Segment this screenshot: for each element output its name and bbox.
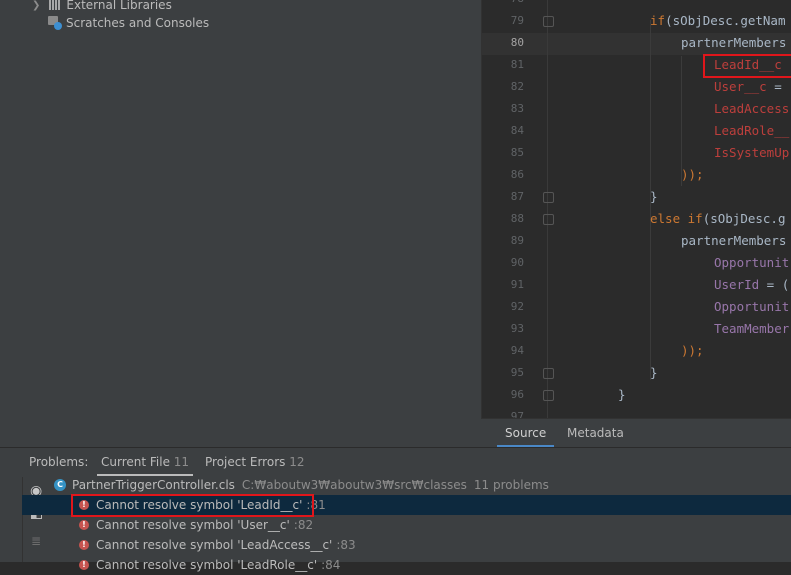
code-line-80: partnerMembers [681,35,787,50]
file-name: PartnerTriggerController.cls [72,478,235,492]
line-number: 90 [510,256,524,269]
code-line-96: } [618,387,626,402]
line-number: 85 [510,146,524,159]
code-line-95: } [650,365,658,380]
error-icon: ! [79,560,89,570]
code-line-91: UserId = ( [714,277,790,292]
problem-line: :83 [336,538,356,552]
line-number: 92 [510,300,524,313]
line-number: 97 [510,410,524,418]
code-line-84: LeadRole__ [714,123,790,138]
selected-problem-highlight-box [71,494,314,517]
code-line-86: )); [681,167,704,182]
code-line-82: User__c = [714,79,782,94]
problems-toolbar [0,477,23,562]
line-number: 96 [510,388,524,401]
problem-file-node[interactable]: C PartnerTriggerController.cls C:₩aboutw… [54,475,791,495]
code-line-87: } [650,189,658,204]
code-line-88: else if(sObjDesc.g [650,211,786,226]
code-line-79: if(sObjDesc.getNam [650,13,786,28]
line-number: 79 [510,14,524,27]
line-number: 94 [510,344,524,357]
apex-class-icon: C [54,479,66,491]
line-number: 87 [510,190,524,203]
problem-row[interactable]: ! Cannot resolve symbol 'User__c' :82 [22,515,791,535]
tab-source[interactable]: Source [496,426,555,448]
tree-item-external-libraries[interactable]: ❯ External Libraries [32,0,172,12]
file-path: C:₩aboutw3₩aboutw3₩src₩classes [241,478,467,492]
problem-row[interactable]: ! Cannot resolve symbol 'LeadAccess__c' … [22,535,791,555]
editor-view-tabs: Source Metadata [481,418,791,448]
problem-message: Cannot resolve symbol 'LeadAccess__c' [96,538,333,552]
problem-row[interactable]: ! Cannot resolve symbol 'LeadRole__c' :8… [22,555,791,575]
gutter-separator [547,0,548,418]
line-number: 89 [510,234,524,247]
fold-marker-icon[interactable] [543,214,554,225]
line-number: 91 [510,278,524,291]
tree-item-label: External Libraries [66,0,172,12]
code-editor[interactable]: 78 79 80 81 82 83 84 85 86 87 88 89 90 9… [481,0,791,418]
tab-current-file[interactable]: Current File 11 [96,455,194,476]
line-number: 81 [510,58,524,71]
code-line-83: LeadAccess [714,101,790,116]
tree-item-label: Scratches and Consoles [66,16,210,30]
tab-project-errors[interactable]: Project Errors 12 [205,455,304,469]
code-line-93: TeamMember [714,321,790,336]
error-highlight-box [703,54,791,78]
tree-item-scratches[interactable]: Scratches and Consoles [48,16,209,30]
line-number: 82 [510,80,524,93]
line-number: 95 [510,366,524,379]
problems-panel: Problems: Current File 11 Project Errors… [0,447,791,572]
error-icon: ! [79,520,89,530]
scratches-icon [48,16,62,30]
line-number: 93 [510,322,524,335]
library-icon [49,0,62,10]
expand-arrow-icon[interactable]: ❯ [32,0,40,11]
problem-line: :84 [321,558,341,572]
code-line-85: IsSystemUp [714,145,790,160]
problem-line: :82 [293,518,314,532]
code-line-89: partnerMembers [681,233,787,248]
fold-marker-icon[interactable] [543,390,554,401]
line-number: 80 [510,36,524,49]
line-number: 78 [482,0,524,5]
tab-metadata[interactable]: Metadata [567,426,624,440]
code-line-94: )); [681,343,704,358]
fold-marker-icon[interactable] [543,192,554,203]
line-number: 86 [510,168,524,181]
problem-message: Cannot resolve symbol 'User__c' [96,518,290,532]
line-number: 83 [510,102,524,115]
code-line-90: Opportunit [714,255,790,270]
line-number: 88 [510,212,524,225]
problem-count: 11 problems [473,478,549,492]
line-number: 84 [510,124,524,137]
code-line-92: Opportunit [714,299,790,314]
fold-marker-icon[interactable] [543,368,554,379]
problems-title: Problems: [29,455,89,469]
problem-message: Cannot resolve symbol 'LeadRole__c' [96,558,318,572]
fold-marker-icon[interactable] [543,16,554,27]
error-icon: ! [79,540,89,550]
project-tree-panel: ❯ External Libraries Scratches and Conso… [0,0,481,447]
